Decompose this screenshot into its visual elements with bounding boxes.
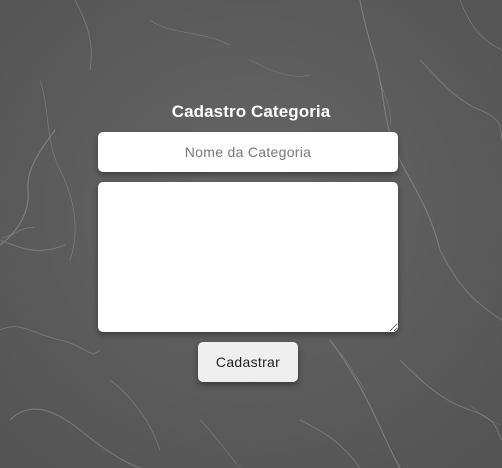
category-name-input[interactable] [98, 132, 398, 172]
submit-button[interactable]: Cadastrar [198, 342, 298, 382]
category-description-textarea[interactable] [98, 182, 398, 332]
form-title: Cadastro Categoria [171, 102, 331, 121]
category-form: Cadastro Categoria Cadastrar [0, 0, 502, 468]
